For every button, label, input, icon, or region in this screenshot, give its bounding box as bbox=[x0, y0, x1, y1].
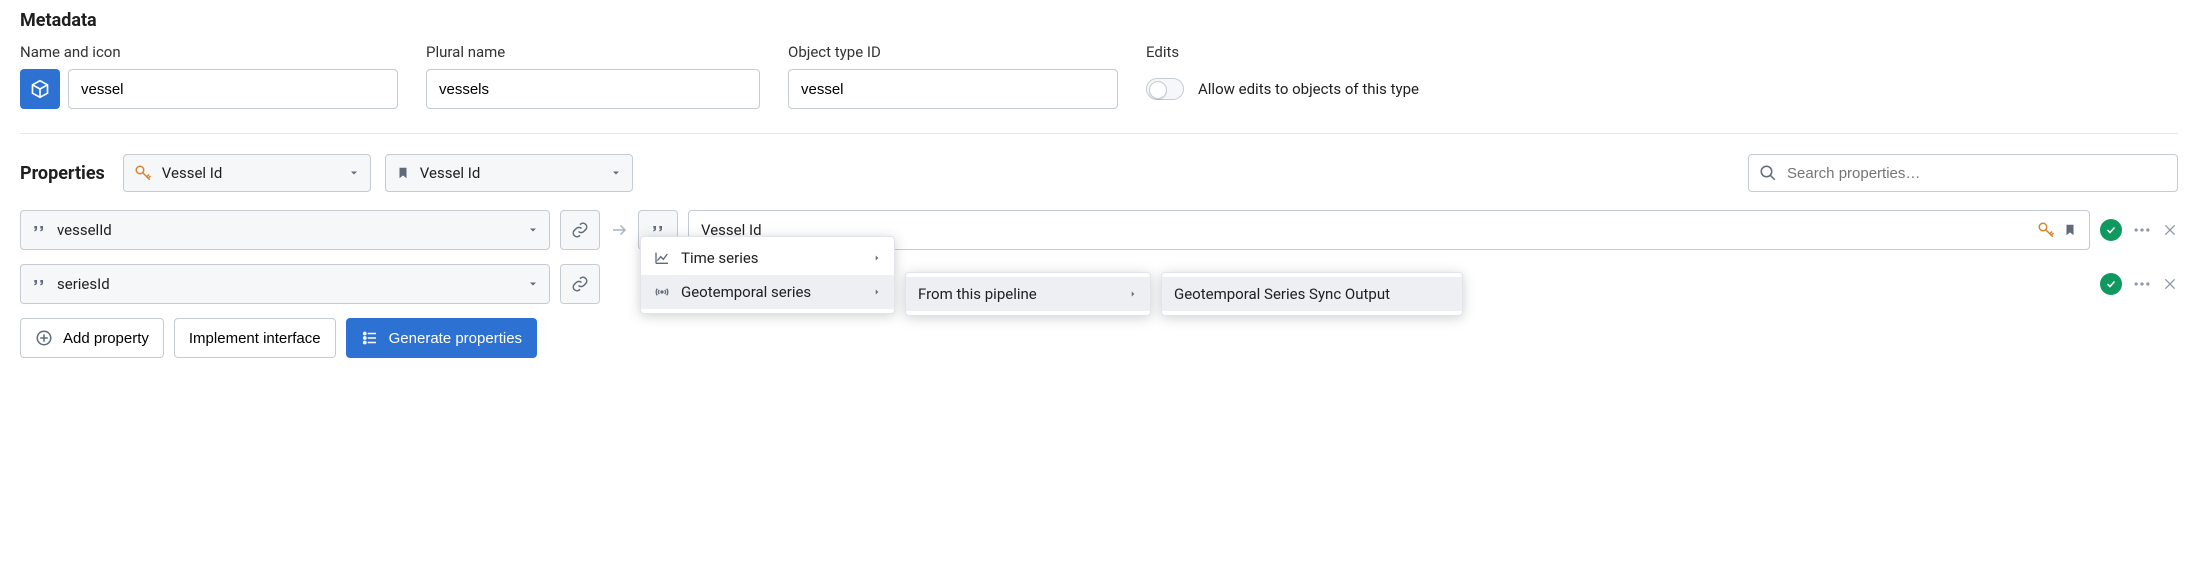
edits-label: Edits bbox=[1146, 43, 1419, 61]
link-button[interactable] bbox=[560, 264, 600, 304]
series-source-menu: From this pipeline bbox=[905, 272, 1151, 316]
menu-item-label: From this pipeline bbox=[918, 285, 1037, 303]
chevron-right-icon bbox=[872, 287, 882, 297]
property-source-selector[interactable]: vesselId bbox=[20, 210, 550, 250]
allow-edits-toggle[interactable] bbox=[1146, 78, 1184, 100]
metadata-section-title: Metadata bbox=[20, 10, 2178, 31]
link-icon bbox=[571, 221, 589, 239]
remove-property-button[interactable] bbox=[2162, 276, 2178, 292]
series-type-menu: Time series Geotemporal series bbox=[640, 236, 895, 314]
plural-name-input[interactable] bbox=[426, 69, 760, 109]
menu-item-label: Geotemporal series bbox=[681, 283, 811, 301]
check-icon bbox=[2105, 278, 2117, 290]
properties-footer-buttons: Add property Implement interface Generat… bbox=[20, 318, 2178, 358]
button-label: Add property bbox=[63, 330, 149, 347]
search-properties-input[interactable] bbox=[1785, 164, 2167, 183]
menu-item-time-series[interactable]: Time series bbox=[641, 241, 894, 275]
more-actions-button[interactable] bbox=[2132, 220, 2152, 240]
menu-item-from-pipeline[interactable]: From this pipeline bbox=[906, 277, 1150, 311]
property-source-selector[interactable]: seriesId bbox=[20, 264, 550, 304]
more-actions-button[interactable] bbox=[2132, 274, 2152, 294]
button-label: Implement interface bbox=[189, 330, 321, 347]
properties-header: Properties Vessel Id Vessel Id bbox=[20, 154, 2178, 192]
arrow-right-icon bbox=[610, 221, 628, 239]
chevron-right-icon bbox=[1128, 289, 1138, 299]
menu-item-label: Time series bbox=[681, 249, 759, 267]
properties-rows: vesselId bbox=[20, 210, 2178, 304]
add-property-button[interactable]: Add property bbox=[20, 318, 164, 358]
name-and-icon-label: Name and icon bbox=[20, 43, 398, 61]
generate-properties-button[interactable]: Generate properties bbox=[346, 318, 537, 358]
chevron-right-icon bbox=[872, 253, 882, 263]
allow-edits-label: Allow edits to objects of this type bbox=[1198, 80, 1419, 98]
chevron-down-icon bbox=[348, 167, 360, 179]
plural-name-label: Plural name bbox=[426, 43, 760, 61]
plural-name-field: Plural name bbox=[426, 43, 760, 109]
edits-field: Edits Allow edits to objects of this typ… bbox=[1146, 43, 1419, 109]
series-output-menu: Geotemporal Series Sync Output bbox=[1161, 272, 1463, 316]
broadcast-icon bbox=[653, 284, 671, 300]
title-badge-icon bbox=[2063, 223, 2077, 237]
context-menu-layer: Time series Geotemporal series bbox=[640, 208, 1463, 314]
implement-interface-button[interactable]: Implement interface bbox=[174, 318, 336, 358]
metadata-row: Name and icon Plural name bbox=[20, 43, 2178, 134]
plus-circle-icon bbox=[35, 329, 53, 347]
name-input[interactable] bbox=[68, 69, 398, 109]
remove-property-button[interactable] bbox=[2162, 222, 2178, 238]
menu-item-sync-output[interactable]: Geotemporal Series Sync Output bbox=[1162, 277, 1462, 311]
object-type-icon[interactable] bbox=[20, 69, 60, 109]
object-type-id-label: Object type ID bbox=[788, 43, 1118, 61]
title-selector-label: Vessel Id bbox=[420, 164, 481, 182]
link-icon bbox=[571, 275, 589, 293]
properties-section-title: Properties bbox=[20, 163, 105, 184]
key-icon bbox=[134, 164, 152, 182]
status-ok-badge bbox=[2100, 273, 2122, 295]
object-type-id-field: Object type ID bbox=[788, 43, 1118, 109]
primary-key-selector-label: Vessel Id bbox=[162, 164, 223, 182]
chevron-down-icon bbox=[527, 278, 539, 290]
object-type-id-input[interactable] bbox=[788, 69, 1118, 109]
property-source-label: seriesId bbox=[57, 275, 110, 293]
cube-icon bbox=[30, 79, 50, 99]
button-label: Generate properties bbox=[389, 330, 522, 347]
menu-item-label: Geotemporal Series Sync Output bbox=[1174, 285, 1390, 303]
search-properties-input-wrap[interactable] bbox=[1748, 154, 2178, 192]
primary-key-selector[interactable]: Vessel Id bbox=[123, 154, 371, 192]
name-and-icon-field: Name and icon bbox=[20, 43, 398, 109]
list-icon bbox=[361, 329, 379, 347]
search-icon bbox=[1759, 164, 1777, 182]
chevron-down-icon bbox=[610, 167, 622, 179]
check-icon bbox=[2105, 224, 2117, 236]
bookmark-icon bbox=[396, 166, 410, 180]
property-source-label: vesselId bbox=[57, 221, 112, 239]
string-type-icon bbox=[31, 222, 47, 238]
chevron-down-icon bbox=[527, 224, 539, 236]
link-button[interactable] bbox=[560, 210, 600, 250]
menu-item-geotemporal-series[interactable]: Geotemporal series bbox=[641, 275, 894, 309]
status-ok-badge bbox=[2100, 219, 2122, 241]
title-selector[interactable]: Vessel Id bbox=[385, 154, 633, 192]
string-type-icon bbox=[31, 276, 47, 292]
line-chart-icon bbox=[653, 250, 671, 266]
primary-key-badge-icon bbox=[2037, 221, 2055, 239]
